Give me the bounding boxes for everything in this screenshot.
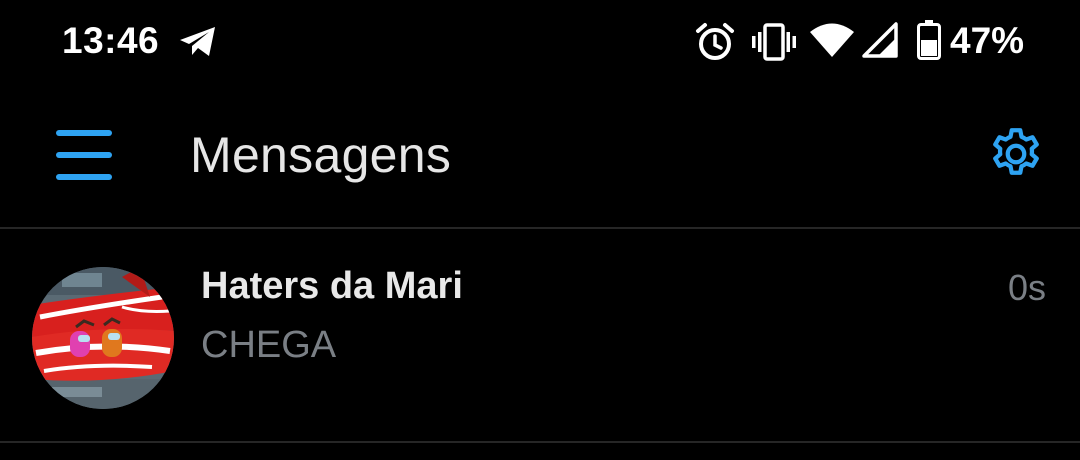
page-title: Mensagens [190,127,452,183]
vibrate-icon [752,23,796,61]
menu-button[interactable] [44,118,124,194]
settings-button[interactable] [976,114,1056,194]
status-bar: 13:46 47% [0,0,1080,84]
group-avatar [32,267,174,409]
battery-icon [917,20,941,60]
hamburger-menu-icon [56,130,112,180]
conversation-timestamp: 0s [1007,267,1046,308]
status-time: 13:46 [62,20,160,61]
app-toolbar: Mensagens [0,84,1080,227]
wifi-icon [810,23,854,57]
battery-percentage: 47% [950,20,1025,61]
conversation-preview: CHEGA [201,324,337,366]
alarm-icon [696,23,734,60]
telegram-icon [180,27,215,56]
conversation-name: Haters da Mari [201,265,463,307]
row-divider [0,441,1080,443]
gear-icon [993,128,1039,175]
cell-signal-icon [862,22,898,58]
conversation-item[interactable]: Haters da Mari CHEGA 0s [0,229,1080,441]
